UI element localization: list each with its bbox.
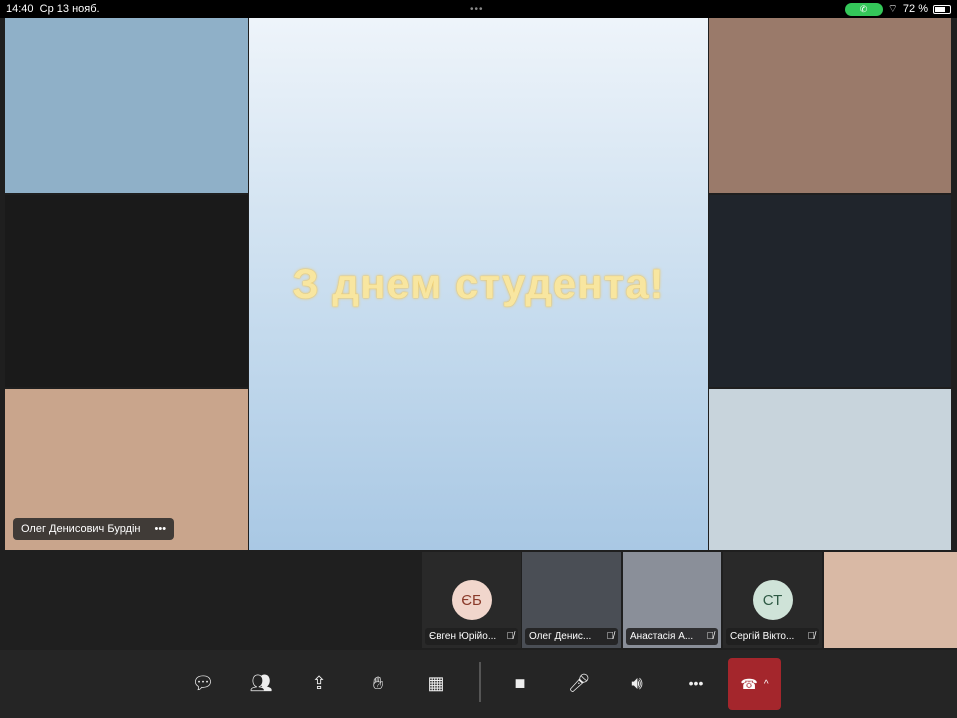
react-raise-hand-icon[interactable]: ✋︎: [363, 668, 393, 698]
people-icon[interactable]: 👥︎: [246, 668, 276, 698]
participant-name-chip[interactable]: Олег Денисович Бурдін •••: [13, 518, 175, 540]
wifi-icon: ⌔: [887, 3, 898, 15]
participant-tile[interactable]: Олег Денис... 🎙̸: [522, 552, 621, 648]
slide-title: З днем студента!: [292, 259, 665, 307]
participant-name: Олег Денисович Бурдін: [21, 523, 141, 535]
meeting-stage: Олег Денисович Бурдін ••• З днем студента…: [0, 18, 957, 550]
more-icon[interactable]: •••: [681, 668, 711, 698]
more-options-icon[interactable]: •••: [155, 523, 167, 535]
participant-strip: ЄБ Євген Юрійо... 🎙̸ Олег Денис... 🎙̸ Анас…: [0, 550, 957, 650]
participant-tile[interactable]: [824, 552, 957, 648]
apps-icon[interactable]: ▦: [421, 668, 451, 698]
participant-tile[interactable]: Анастасія А... 🎙̸: [623, 552, 721, 648]
microphone-icon[interactable]: 🎤︎: [564, 668, 594, 698]
shared-slide: З днем студента!: [249, 18, 708, 550]
time: 14:40: [6, 3, 34, 15]
call-indicator-icon[interactable]: ✆: [844, 2, 883, 16]
avatar: ЄБ: [451, 580, 492, 620]
lecture-hall-photo[interactable]: [709, 18, 951, 193]
student-girl-photo[interactable]: [709, 389, 951, 550]
chat-icon[interactable]: 💬︎: [188, 668, 218, 698]
participant-name: Євген Юрійо...: [429, 631, 497, 642]
students-lab-photo[interactable]: Олег Денисович Бурдін •••: [5, 389, 248, 550]
avatar: СТ: [752, 580, 793, 620]
speaker-icon[interactable]: 🔊︎: [622, 668, 652, 698]
share-screen-icon[interactable]: ⇪: [304, 668, 334, 698]
battery-icon: [933, 4, 951, 14]
participant-tile[interactable]: ЄБ Євген Юрійо... 🎙̸: [422, 552, 521, 648]
chemistry-formulas-photo[interactable]: [5, 195, 248, 387]
phone-hangup-icon: ☎: [740, 675, 758, 692]
scientist-flask-photo[interactable]: [709, 195, 951, 387]
participant-tile[interactable]: СТ Сергій Вікто... 🎙̸: [723, 552, 822, 648]
mic-off-icon: 🎙̸: [807, 631, 816, 642]
meeting-toolbar: 💬︎ 👥︎ ⇪ ✋︎ ▦ ■ 🎤︎ 🔊︎ ••• ☎ ^: [0, 650, 957, 718]
mic-off-icon: 🎙̸: [706, 631, 715, 642]
chevron-up-icon[interactable]: ^: [764, 679, 769, 690]
camera-icon[interactable]: ■: [505, 668, 535, 698]
participant-name: Олег Денис...: [529, 631, 592, 642]
divider: [479, 662, 481, 702]
status-bar: 14:40 Ср 13 нояб. ••• ✆ ⌔ 72 %: [0, 0, 957, 18]
multitask-dots-icon[interactable]: •••: [470, 4, 484, 15]
participant-name: Анастасія А...: [630, 631, 694, 642]
battery-text: 72 %: [902, 3, 928, 15]
date: Ср 13 нояб.: [39, 3, 100, 15]
hang-up-button[interactable]: ☎ ^: [728, 658, 781, 710]
participant-name: Сергій Вікто...: [730, 631, 795, 642]
mic-off-icon: 🎙̸: [506, 631, 515, 642]
chemist-lab-photo[interactable]: [5, 18, 248, 193]
mic-off-icon: 🎙̸: [606, 631, 615, 642]
